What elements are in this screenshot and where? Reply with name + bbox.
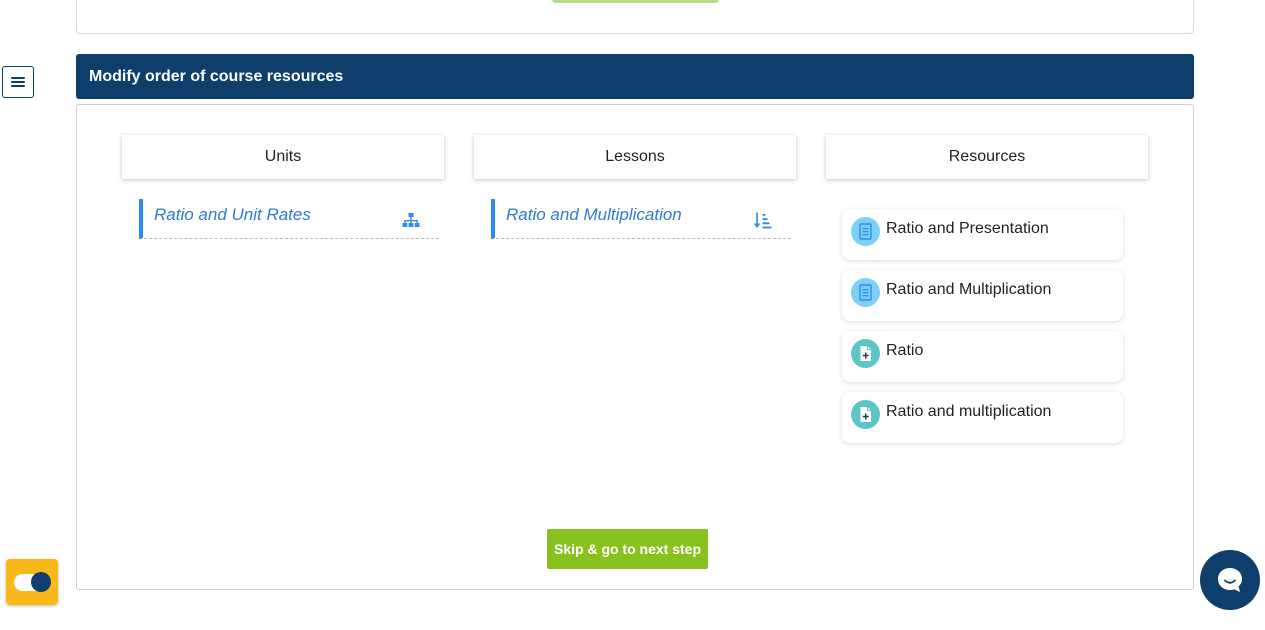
resources-column-header: Resources <box>826 135 1148 179</box>
sitemap-icon[interactable] <box>401 211 421 231</box>
document-icon <box>851 217 880 246</box>
resource-card[interactable]: Ratio and Presentation <box>842 209 1123 260</box>
chat-button[interactable] <box>1200 550 1260 610</box>
skip-next-step-button[interactable]: Skip & go to next step <box>547 529 708 569</box>
add-file-icon <box>851 400 880 429</box>
document-icon <box>851 278 880 307</box>
unit-item-label: Ratio and Unit Rates <box>154 205 311 224</box>
units-column-header: Units <box>122 135 444 179</box>
resource-label: Ratio <box>886 342 924 359</box>
resource-card[interactable]: Ratio and Multiplication <box>842 270 1123 321</box>
resource-label: Ratio and Multiplication <box>886 281 1052 298</box>
accessibility-toggle[interactable] <box>6 559 58 605</box>
course-resources-panel: Units Lessons Resources Ratio and Unit R… <box>76 104 1194 590</box>
panel-title: Modify order of course resources <box>76 54 1194 99</box>
previous-step-button[interactable] <box>552 0 719 3</box>
toggle-knob <box>31 572 51 592</box>
resource-label: Ratio and multiplication <box>886 403 1052 420</box>
resource-card[interactable]: Ratio and multiplication <box>842 392 1123 443</box>
previous-step-card <box>76 0 1194 34</box>
lesson-item[interactable]: Ratio and Multiplication <box>491 199 791 239</box>
lessons-column-header: Lessons <box>474 135 796 179</box>
hamburger-icon <box>11 77 25 87</box>
menu-button[interactable] <box>2 66 34 98</box>
resource-label: Ratio and Presentation <box>886 220 1049 237</box>
chat-bubble-icon <box>1218 568 1242 592</box>
resource-card[interactable]: Ratio <box>842 331 1123 382</box>
unit-item[interactable]: Ratio and Unit Rates <box>139 199 439 239</box>
sort-order-icon[interactable] <box>753 211 773 231</box>
lesson-item-label: Ratio and Multiplication <box>506 205 682 224</box>
add-file-icon <box>851 339 880 368</box>
